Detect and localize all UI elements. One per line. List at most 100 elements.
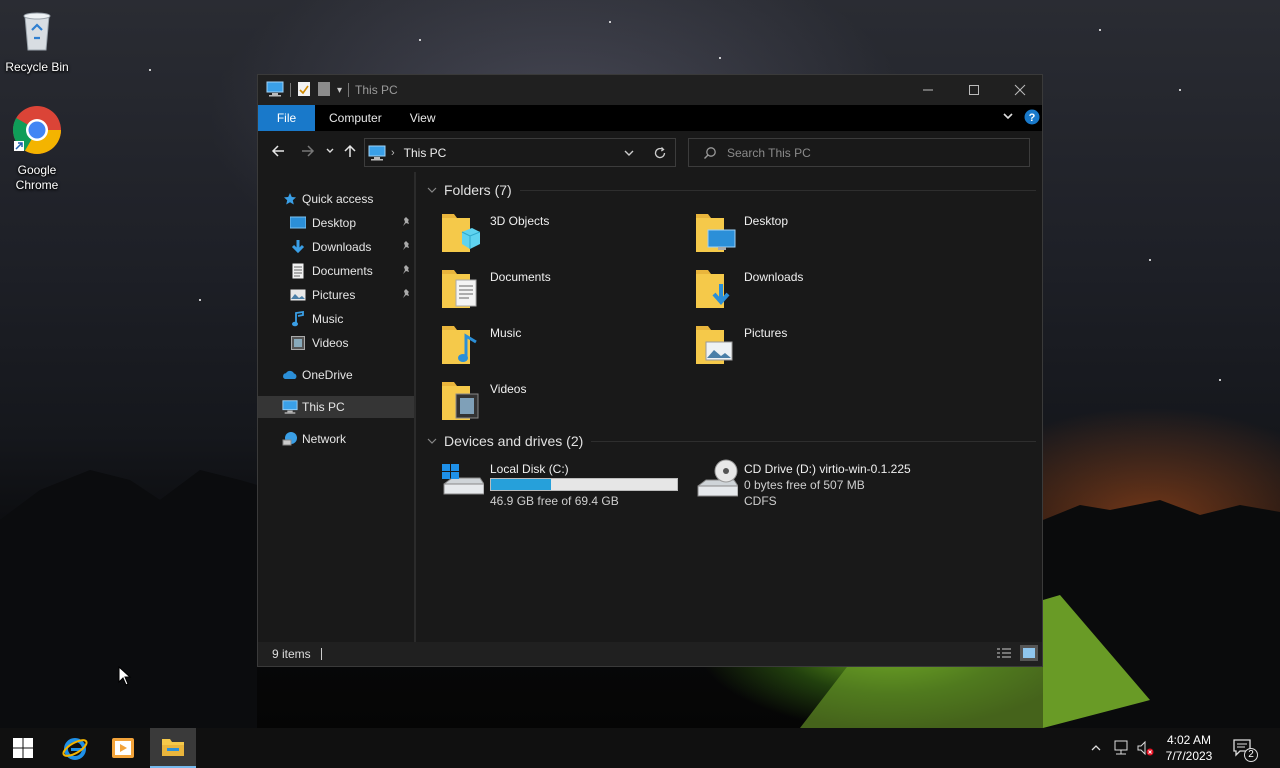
- taskbar-internet-explorer[interactable]: [52, 728, 98, 768]
- internet-explorer-icon: [62, 738, 88, 760]
- refresh-icon[interactable]: [653, 146, 667, 163]
- pin-icon[interactable]: [400, 216, 412, 231]
- search-input[interactable]: [727, 145, 1007, 160]
- breadcrumb-this-pc[interactable]: This PC: [404, 146, 447, 160]
- pin-icon[interactable]: [400, 264, 412, 279]
- downloads-arrow-icon: [290, 239, 306, 255]
- maximize-icon: [969, 85, 979, 95]
- network-status-icon: [1114, 740, 1128, 755]
- nav-item-videos[interactable]: Videos: [258, 332, 414, 354]
- tab-file[interactable]: File: [258, 105, 315, 131]
- properties-icon[interactable]: [297, 81, 311, 100]
- folder-downloads[interactable]: Downloads: [694, 266, 944, 318]
- this-pc-icon: [368, 145, 386, 161]
- separator: [348, 83, 350, 97]
- chrome-icon: [0, 105, 74, 159]
- customize-quick-access-icon[interactable]: ▾: [337, 85, 342, 96]
- address-bar[interactable]: › This PC: [364, 138, 676, 167]
- pictures-folder-icon: [696, 326, 733, 364]
- large-icons-view-icon[interactable]: [1020, 645, 1038, 661]
- nav-item-label: Quick access: [302, 192, 374, 206]
- group-header-folders[interactable]: Folders (7): [426, 180, 1036, 200]
- navigation-pane: Quick access Desktop Downloads Documents…: [258, 172, 416, 642]
- maximize-button[interactable]: [951, 75, 997, 105]
- folder-pictures[interactable]: Pictures: [694, 322, 944, 374]
- downloads-folder-icon: [696, 270, 730, 308]
- details-view-icon[interactable]: [996, 647, 1012, 664]
- help-icon[interactable]: ?: [1024, 109, 1040, 128]
- videos-icon: [290, 335, 306, 351]
- pin-icon[interactable]: [400, 240, 412, 255]
- taskbar-media-player[interactable]: [100, 728, 146, 768]
- folder-videos[interactable]: Videos: [440, 378, 690, 430]
- close-icon: [1014, 84, 1026, 96]
- show-hidden-icons-button[interactable]: [1086, 728, 1106, 768]
- tab-view[interactable]: View: [396, 105, 450, 131]
- nav-item-music[interactable]: Music: [258, 308, 414, 330]
- action-center-button[interactable]: 2: [1228, 728, 1258, 768]
- desktop-icon-google-chrome[interactable]: Google Chrome: [0, 105, 74, 193]
- back-arrow-icon: [271, 145, 284, 157]
- nav-item-this-pc[interactable]: This PC: [258, 396, 414, 418]
- desktop-folder-icon: [696, 214, 736, 252]
- desktop-icon-label-line1: Google: [17, 163, 57, 177]
- nav-item-documents[interactable]: Documents: [258, 260, 414, 282]
- folder-music[interactable]: Music: [440, 322, 690, 374]
- folder-name: 3D Objects: [490, 214, 550, 228]
- drive-name: Local Disk (C:): [490, 462, 569, 476]
- nav-item-network[interactable]: Network: [258, 428, 414, 450]
- breadcrumb-chevron-icon[interactable]: ›: [391, 147, 395, 159]
- chevron-up-icon: [1091, 745, 1101, 751]
- content-pane: Folders (7) 3D Objects Desktop Documents…: [418, 172, 1042, 642]
- pictures-icon: [290, 287, 306, 303]
- documents-folder-icon: [442, 270, 477, 308]
- group-header-devices[interactable]: Devices and drives (2): [426, 431, 1036, 451]
- folder-3d-objects[interactable]: 3D Objects: [440, 210, 690, 262]
- network-tray-button[interactable]: [1110, 728, 1132, 768]
- volume-tray-button[interactable]: [1134, 728, 1156, 768]
- expand-ribbon-chevron-icon[interactable]: [1002, 110, 1014, 125]
- drive-free-space: 46.9 GB free of 69.4 GB: [490, 494, 619, 508]
- taskbar-clock[interactable]: 4:02 AM 7/7/2023: [1160, 732, 1218, 764]
- nav-item-label: Music: [312, 312, 344, 326]
- drive-cd-d[interactable]: CD Drive (D:) virtio-win-0.1.225 0 bytes…: [694, 458, 944, 510]
- minimize-button[interactable]: [905, 75, 951, 105]
- nav-item-pictures[interactable]: Pictures: [258, 284, 414, 306]
- tab-computer[interactable]: Computer: [315, 105, 396, 131]
- up-button[interactable]: [340, 131, 360, 171]
- desktop-icon-label-line2: Chrome: [15, 178, 59, 192]
- clock-date: 7/7/2023: [1165, 749, 1213, 763]
- folder-name: Videos: [490, 382, 527, 396]
- nav-item-label: Documents: [312, 264, 373, 278]
- folder-desktop[interactable]: Desktop: [694, 210, 944, 262]
- drive-filesystem: CDFS: [744, 494, 777, 508]
- windows-logo-icon: [13, 738, 33, 758]
- desktop-icon-recycle-bin[interactable]: Recycle Bin: [0, 8, 74, 75]
- start-button[interactable]: [0, 728, 46, 768]
- file-explorer-window[interactable]: ▾ This PC File Computer View ? › This PC…: [257, 74, 1043, 667]
- drive-local-disk-c[interactable]: Local Disk (C:) 46.9 GB free of 69.4 GB: [440, 458, 690, 510]
- nav-item-downloads[interactable]: Downloads: [258, 236, 414, 258]
- network-icon: [282, 431, 298, 447]
- taskbar-file-explorer[interactable]: [150, 728, 196, 768]
- title-bar[interactable]: ▾ This PC: [258, 75, 1042, 105]
- item-count: 9 items: [272, 647, 311, 661]
- taskbar: 4:02 AM 7/7/2023 2: [0, 728, 1280, 768]
- music-note-icon: [290, 311, 306, 327]
- nav-item-onedrive[interactable]: OneDrive: [258, 364, 414, 386]
- forward-button[interactable]: [296, 131, 320, 171]
- nav-item-desktop[interactable]: Desktop: [258, 212, 414, 234]
- new-folder-icon[interactable]: [317, 81, 331, 100]
- close-button[interactable]: [997, 75, 1043, 105]
- search-box[interactable]: [688, 138, 1030, 167]
- recycle-bin-icon: [0, 8, 74, 56]
- folder-name: Downloads: [744, 270, 804, 284]
- nav-item-quick-access[interactable]: Quick access: [258, 188, 414, 210]
- back-button[interactable]: [266, 131, 290, 171]
- recent-locations-button[interactable]: [322, 131, 338, 171]
- folder-documents[interactable]: Documents: [440, 266, 690, 318]
- address-dropdown-icon[interactable]: [623, 147, 635, 162]
- pin-icon[interactable]: [400, 288, 412, 303]
- forward-arrow-icon: [302, 145, 315, 157]
- clock-time: 4:02 AM: [1166, 733, 1212, 747]
